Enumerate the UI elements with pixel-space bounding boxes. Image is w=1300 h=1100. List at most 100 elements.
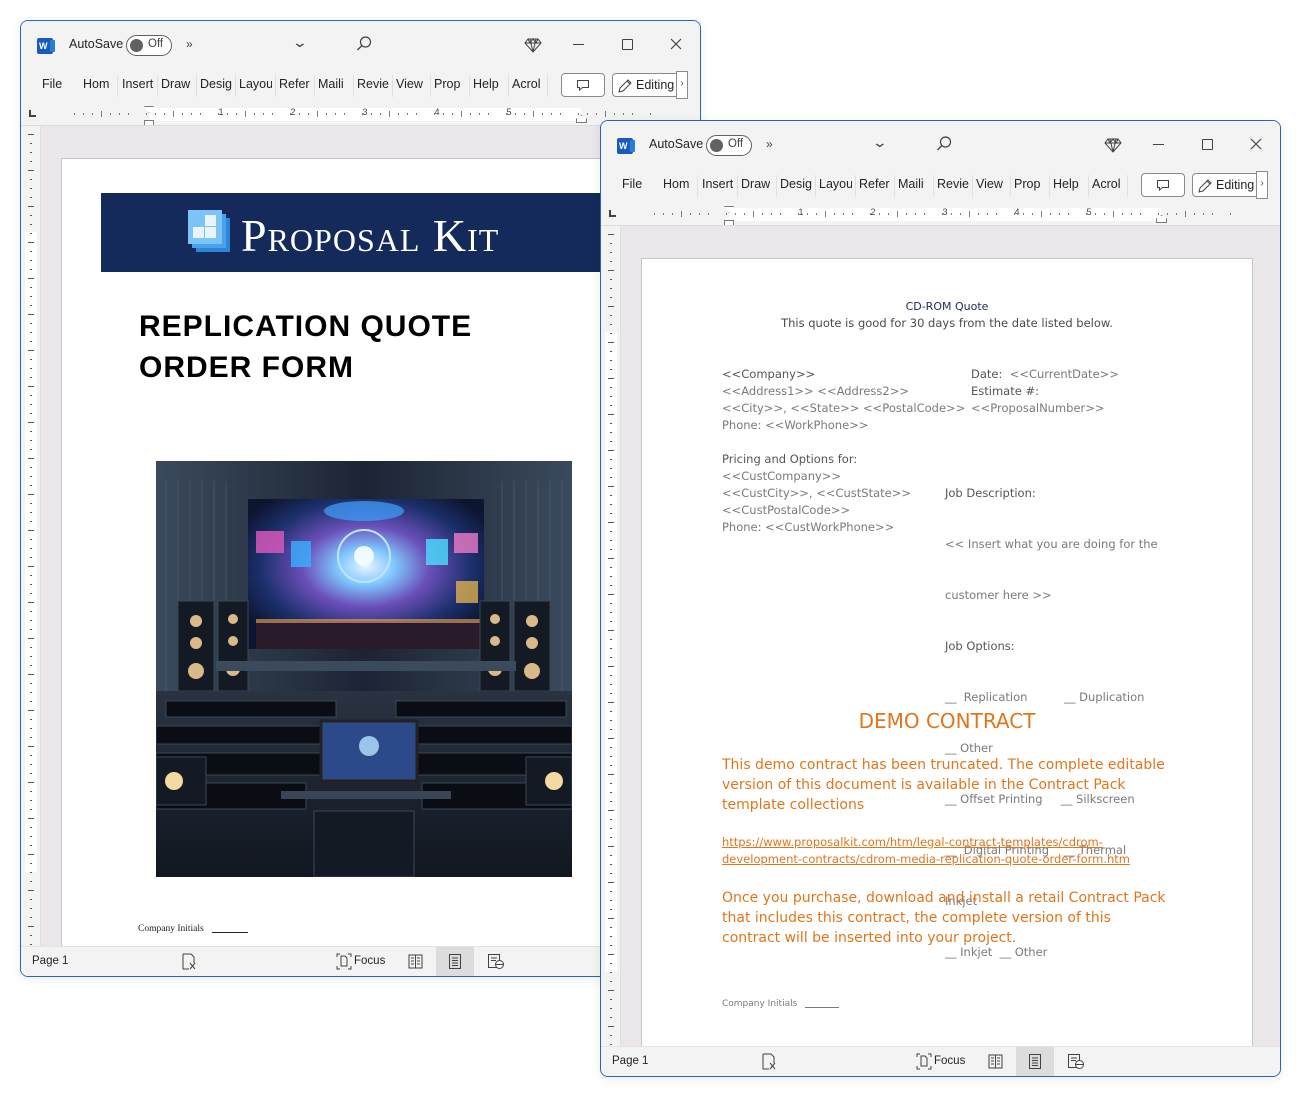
diamond-icon[interactable] [1104,136,1122,154]
autosave-label: AutoSave [69,37,124,51]
minimize-icon[interactable] [1153,144,1164,145]
document-page[interactable]: CD-ROM Quote This quote is good for 30 d… [641,258,1253,1048]
proposal-kit-wordmark: Proposal Kit [241,210,500,261]
tab-view[interactable]: View [396,77,426,91]
company-initials: Company Initials [138,924,248,934]
word-window-left[interactable]: W AutoSave Off » ⌄ File Hom Insert Draw … [20,20,701,977]
vruler-tick [28,566,34,567]
tab-design[interactable]: Desig [200,77,232,91]
vruler-tick [610,405,612,406]
tab-insert[interactable]: Insert [702,177,735,191]
print-layout-icon[interactable] [449,954,461,969]
tab-layout[interactable]: Layou [819,177,852,191]
tab-acrobat[interactable]: Acrol [1092,177,1124,191]
tab-file[interactable]: File [622,177,644,191]
vertical-ruler[interactable] [21,126,41,954]
chevron-down-icon[interactable]: ⌄ [872,134,888,151]
document-page[interactable]: Proposal Kit REPLICATION QUOTE ORDER FOR… [61,158,607,948]
ruler-tick [524,113,525,115]
web-layout-icon[interactable] [1068,1054,1084,1069]
initials-line[interactable] [805,1007,840,1008]
ruler-tick [1023,213,1024,215]
ruler-tick [753,211,754,217]
ruler-tick [897,211,898,217]
tab-file[interactable]: File [42,77,64,91]
tab-design[interactable]: Desig [780,177,812,191]
status-bar: Page 1 Focus [21,946,700,976]
tab-insert[interactable]: Insert [122,77,155,91]
ribbon-more-button[interactable]: › [676,71,688,99]
search-icon[interactable] [355,35,373,53]
maximize-icon[interactable] [1202,139,1213,150]
vruler-tick [610,432,612,433]
vruler-tick [610,1044,612,1045]
vruler-tick [610,747,612,748]
tab-mailings[interactable]: Maili [898,177,930,191]
tab-home[interactable]: Hom [663,177,695,191]
tab-acrobat[interactable]: Acrol [512,77,544,91]
tab-properties[interactable]: Prop [434,77,464,91]
initials-line[interactable] [211,932,248,933]
editing-mode-button[interactable]: Editing [1192,173,1264,197]
autosave-toggle[interactable]: Off [706,135,752,156]
ribbon-more-button[interactable]: › [1256,171,1268,199]
vruler-tick [30,647,32,648]
contract-pack-link[interactable]: https://www.proposalkit.com/htm/legal-co… [722,834,1172,868]
ruler-tick [236,113,237,115]
document-canvas[interactable]: Proposal Kit REPLICATION QUOTE ORDER FOR… [21,125,700,954]
cust-postal-field: <<CustPostalCode>> [722,503,851,517]
more-commands-button[interactable]: » [186,37,193,51]
tab-references[interactable]: Refer [859,177,891,191]
ruler-number: 4 [434,107,440,117]
ruler-tick [1059,213,1060,215]
page-indicator[interactable]: Page 1 [612,1055,648,1067]
print-layout-icon[interactable] [1029,1054,1041,1069]
autosave-toggle[interactable]: Off [126,35,172,56]
ruler-tick [650,113,651,115]
web-layout-icon[interactable] [488,954,504,969]
proofing-icon[interactable] [761,1053,777,1070]
tab-mailings[interactable]: Maili [318,77,350,91]
tab-view[interactable]: View [976,177,1006,191]
chevron-down-icon[interactable]: ⌄ [292,34,308,51]
maximize-icon[interactable] [622,39,633,50]
vruler-tick [28,494,34,495]
vruler-tick [610,648,612,649]
comments-button[interactable] [1141,173,1185,197]
proofing-icon[interactable] [181,953,197,970]
tab-draw[interactable]: Draw [161,77,193,91]
diamond-icon[interactable] [524,36,542,54]
tab-selector-icon[interactable] [609,210,616,217]
tab-separator [737,175,738,197]
horizontal-ruler[interactable]: 1 2 3 4 5 [21,105,700,128]
ruler-tick [470,113,471,115]
close-icon[interactable] [668,36,684,52]
document-canvas[interactable]: CD-ROM Quote This quote is good for 30 d… [601,225,1280,1054]
tab-review[interactable]: Revie [937,177,970,191]
more-commands-button[interactable]: » [766,137,773,151]
horizontal-ruler[interactable]: 1 2 3 4 5 [601,205,1280,228]
tab-layout[interactable]: Layou [239,77,272,91]
vertical-ruler[interactable] [601,226,621,1054]
search-icon[interactable] [935,135,953,153]
tab-selector-icon[interactable] [29,110,36,117]
editing-mode-button[interactable]: Editing [612,73,684,97]
ruler-tick [924,213,925,215]
close-icon[interactable] [1248,136,1264,152]
minimize-icon[interactable] [573,44,584,45]
tab-home[interactable]: Hom [83,77,115,91]
tab-help[interactable]: Help [1053,177,1083,191]
word-window-right[interactable]: W AutoSave Off » ⌄ File Hom Insert Draw … [600,120,1281,1077]
tab-properties[interactable]: Prop [1014,177,1044,191]
tab-review[interactable]: Revie [357,77,390,91]
ruler-tick [744,213,745,215]
read-mode-icon[interactable] [408,954,423,969]
page-indicator[interactable]: Page 1 [32,955,68,967]
vruler-tick [610,423,612,424]
tab-references[interactable]: Refer [279,77,311,91]
comments-button[interactable] [561,73,605,97]
vruler-tick [610,639,612,640]
tab-help[interactable]: Help [473,77,503,91]
read-mode-icon[interactable] [988,1054,1003,1069]
tab-draw[interactable]: Draw [741,177,773,191]
